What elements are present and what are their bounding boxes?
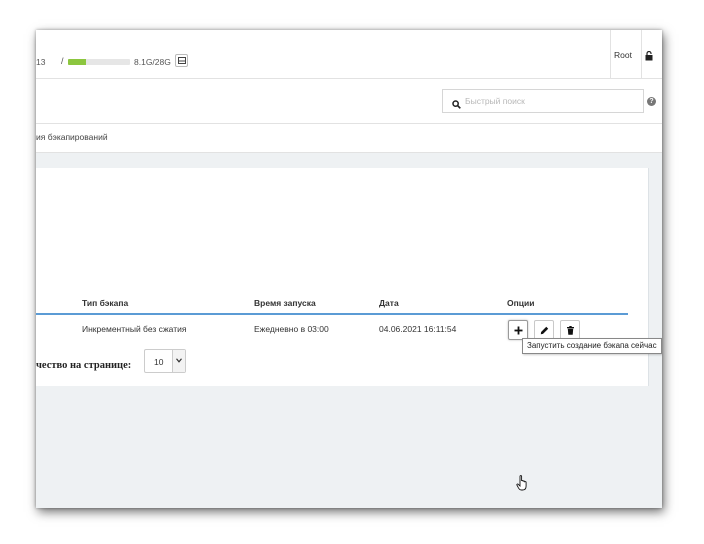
column-header-start-time[interactable]: Время запуска xyxy=(254,298,316,308)
top-bar: 13 / 8.1G/28G Root xyxy=(36,30,662,79)
column-header-date[interactable]: Дата xyxy=(379,298,399,308)
quick-search[interactable] xyxy=(442,89,644,113)
per-page-value: 10 xyxy=(154,357,164,367)
disk-usage-fill xyxy=(68,59,86,65)
question-circle-icon[interactable]: ? xyxy=(647,97,656,106)
hand-cursor-icon xyxy=(516,475,527,491)
search-input[interactable] xyxy=(465,93,635,109)
search-icon xyxy=(452,96,461,114)
hdd-icon[interactable] xyxy=(175,54,188,67)
disk-label-separator: / xyxy=(61,56,64,66)
column-header-options: Опции xyxy=(507,298,535,308)
delete-backup-button[interactable] xyxy=(560,320,580,340)
per-page-label: чество на странице: xyxy=(36,360,132,371)
backup-type-cell: Инкрементный без сжатия xyxy=(82,324,187,334)
breadcrumb-text[interactable]: ия бэкапирований xyxy=(36,132,108,142)
breadcrumb: ия бэкапирований xyxy=(36,124,662,153)
cpu-usage-text: 13 xyxy=(36,57,46,67)
user-name: Root xyxy=(614,50,632,60)
column-header-type[interactable]: Тип бэкапа xyxy=(82,298,128,308)
search-bar-row: ? xyxy=(36,79,662,124)
lock-icon[interactable] xyxy=(645,48,655,61)
run-backup-now-button[interactable] xyxy=(508,320,528,340)
table-header: Тип бэкапа Время запуска Дата Опции xyxy=(36,294,628,315)
user-menu[interactable]: Root xyxy=(610,30,642,78)
per-page-select[interactable]: 10 xyxy=(144,349,186,373)
chevron-down-icon xyxy=(172,350,185,372)
tooltip: Запустить создание бэкапа сейчас xyxy=(522,338,662,354)
app-window: 13 / 8.1G/28G Root ? ия бэкапирований xyxy=(36,30,662,508)
date-cell: 04.06.2021 16:11:54 xyxy=(379,324,457,334)
start-time-cell: Ежедневно в 03:00 xyxy=(254,324,329,334)
disk-usage-bar xyxy=(68,59,130,65)
edit-backup-button[interactable] xyxy=(534,320,554,340)
disk-usage-text: 8.1G/28G xyxy=(134,57,171,67)
